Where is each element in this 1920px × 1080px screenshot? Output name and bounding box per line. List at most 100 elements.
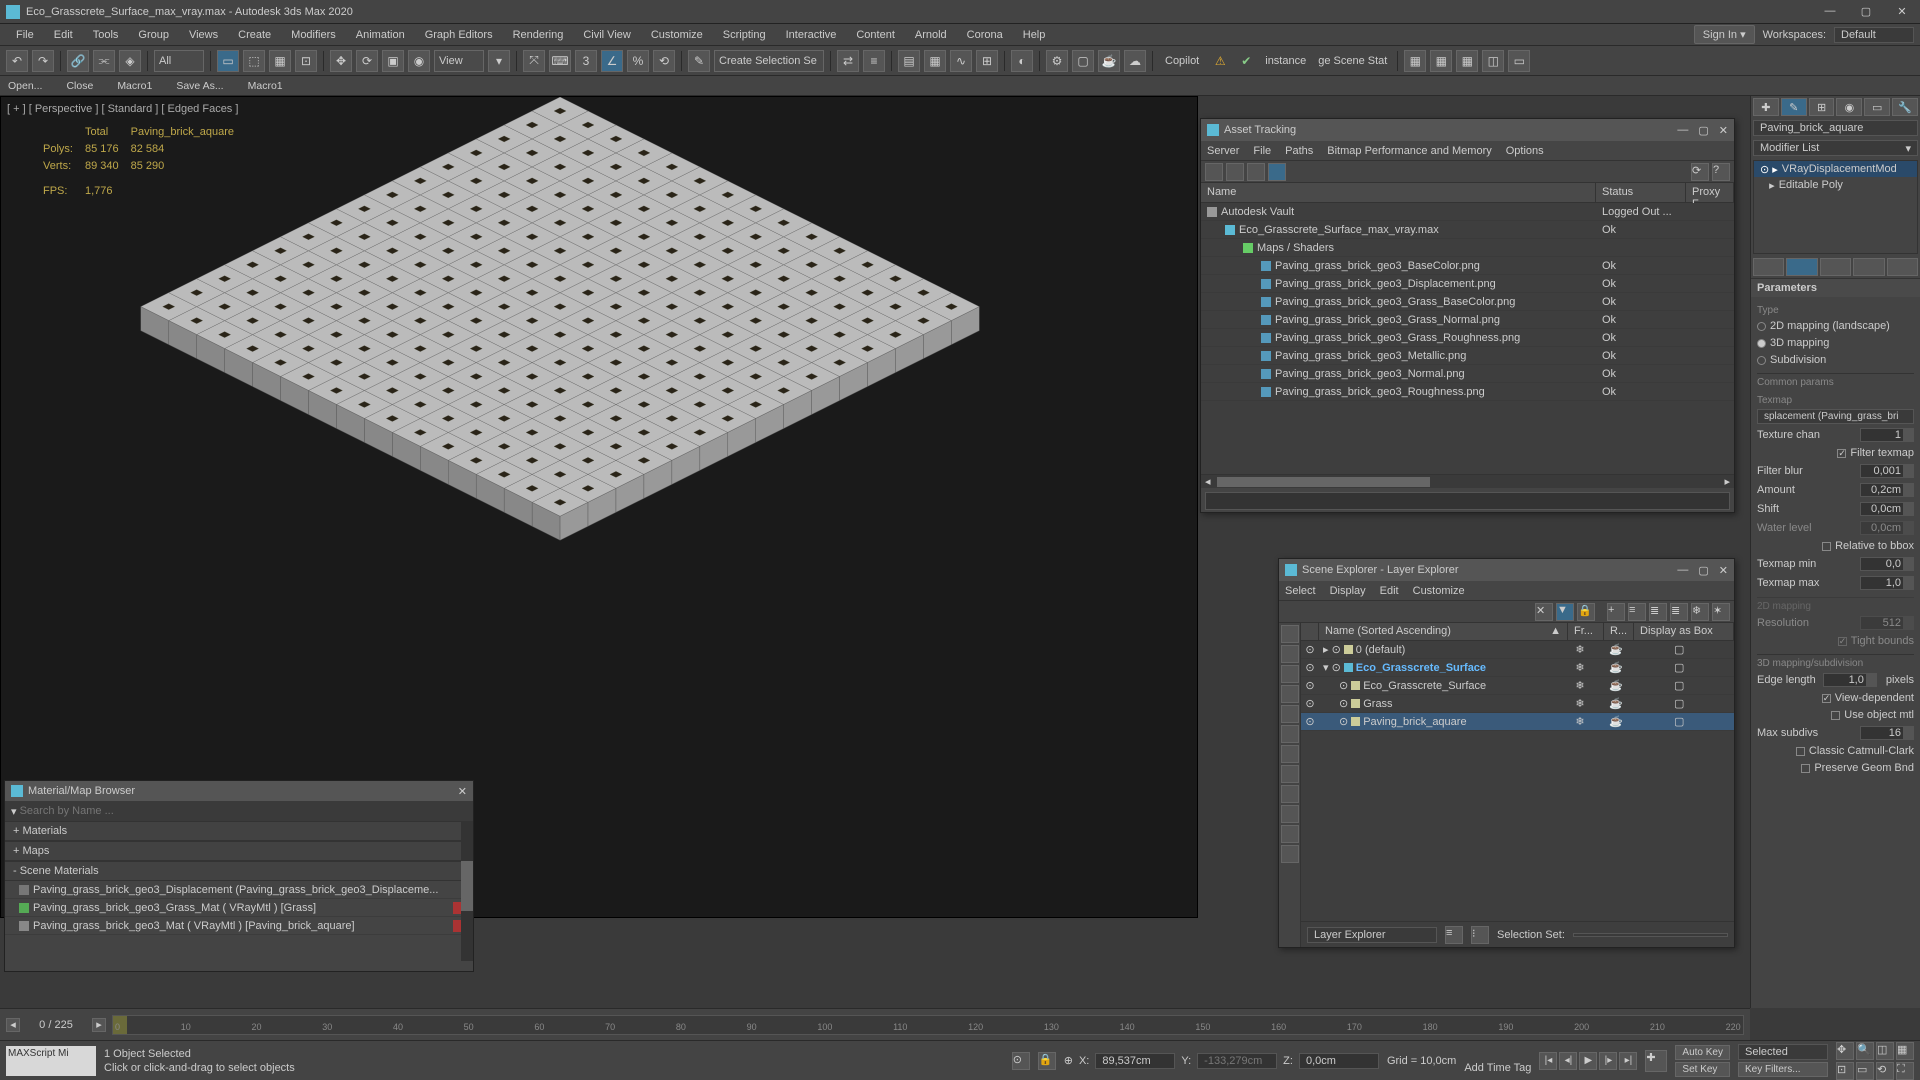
displaybox-icon[interactable]: ▢ [1634,698,1684,710]
menu-views[interactable]: Views [179,24,228,46]
render-icon[interactable]: ☕ [1609,661,1623,674]
scene-tool-add[interactable]: ≡ [1628,603,1646,621]
scene-filter-10[interactable] [1281,825,1299,843]
isolate-toggle[interactable]: ⊙ [1012,1052,1030,1070]
display-tab[interactable]: ▭ [1864,98,1890,116]
water-level-spinner[interactable]: 0,0cm [1860,521,1914,535]
select-region-button[interactable]: ⬚ [243,50,265,72]
scene-tool-extra[interactable]: ✶ [1712,603,1730,621]
menu-group[interactable]: Group [128,24,179,46]
amount-spinner[interactable]: 0,2cm [1860,483,1914,497]
col-proxy[interactable]: Proxy F [1686,183,1734,202]
layer-row[interactable]: ⊙⊙ Paving_brick_aquare❄☕▢ [1301,713,1734,731]
add-time-tag[interactable]: Add Time Tag [1464,1062,1531,1074]
minimize-button[interactable]: — [1818,5,1842,18]
menu-animation[interactable]: Animation [346,24,415,46]
scene-tool-filter[interactable]: ▼ [1556,603,1574,621]
texture-channel-spinner[interactable]: 1 [1860,428,1914,442]
use-object-mtl-checkbox[interactable]: Use object mtl [1757,708,1914,722]
scene-filter-1[interactable] [1281,645,1299,663]
extra-tool-1[interactable]: ▦ [1404,50,1426,72]
menu-content[interactable]: Content [846,24,905,46]
asset-row[interactable]: Autodesk VaultLogged Out ... [1201,203,1734,221]
freeze-icon[interactable]: ❄ [1575,715,1584,728]
lock-toggle[interactable]: 🔒 [1038,1052,1056,1070]
scene-menu-item[interactable]: Customize [1413,585,1465,597]
play-button[interactable]: ▶ [1579,1052,1597,1070]
timeline[interactable]: ◂ 0 / 225 ▸ 0102030405060708090100110120… [0,1008,1750,1040]
layer-explorer-button[interactable]: ▦ [924,50,946,72]
menu-corona[interactable]: Corona [957,24,1013,46]
col-display-box[interactable]: Display as Box [1634,623,1734,640]
dropdown-icon[interactable]: ▾ [11,805,17,818]
nav-zoom-button[interactable]: 🔍 [1856,1042,1874,1060]
visibility-icon[interactable]: ⊙ [1301,643,1319,656]
curve-editor-button[interactable]: ∿ [950,50,972,72]
material-search-input[interactable] [20,805,467,817]
catmull-clark-checkbox[interactable]: Classic Catmull-Clark [1757,744,1914,758]
quick-close[interactable]: Close [66,80,93,92]
menu-file[interactable]: File [6,24,44,46]
select-paint-button[interactable]: ⊡ [295,50,317,72]
close-button[interactable]: ✕ [1719,124,1728,137]
col-name[interactable]: Name [1201,183,1596,202]
nav-maximize-button[interactable]: ⛶ [1896,1062,1914,1080]
stack-item[interactable]: ▸ Editable Poly [1754,177,1917,193]
preserve-geom-checkbox[interactable]: Preserve Geom Bnd [1757,761,1914,775]
timeline-track[interactable]: 0102030405060708090100110120130140150160… [112,1015,1744,1035]
material-item[interactable]: Paving_grass_brick_geo3_Displacement (Pa… [5,881,473,899]
render-icon[interactable]: ☕ [1609,715,1623,728]
extra-tool-2[interactable]: ▦ [1430,50,1452,72]
align-button[interactable]: ≡ [863,50,885,72]
extra-tool-3[interactable]: ▦ [1456,50,1478,72]
extra-tool-4[interactable]: ◫ [1482,50,1504,72]
x-coord[interactable]: 89,537cm [1095,1053,1175,1069]
coord-mode-icon[interactable]: ⊕ [1064,1054,1073,1067]
scene-filter-6[interactable] [1281,745,1299,763]
spinner-snap-button[interactable]: ⟲ [653,50,675,72]
prev-frame-button[interactable]: ◂| [1559,1052,1577,1070]
visibility-icon[interactable]: ⊙ [1301,679,1319,692]
freeze-icon[interactable]: ❄ [1575,697,1584,710]
render-framebuffer-button[interactable]: ▢ [1072,50,1094,72]
visibility-icon[interactable]: ⊙ [1301,697,1319,710]
signin-button[interactable]: Sign In ▾ [1694,25,1755,44]
col-status[interactable]: Status [1596,183,1686,202]
scene-filter-2[interactable] [1281,665,1299,683]
undo-button[interactable]: ↶ [6,50,28,72]
timeline-next[interactable]: ▸ [92,1018,106,1032]
texmap-button[interactable]: splacement (Paving_grass_bri [1757,409,1914,424]
explorer-mode-dropdown[interactable]: Layer Explorer [1307,927,1437,943]
nav-orbit-button[interactable]: ⟲ [1876,1062,1894,1080]
menu-scripting[interactable]: Scripting [713,24,776,46]
minimize-button[interactable]: — [1677,124,1688,137]
quick-open[interactable]: Open... [8,80,42,92]
key-mode-button[interactable]: ✚ [1645,1050,1667,1072]
keyboard-shortcut-button[interactable]: ⌨ [549,50,571,72]
close-button[interactable]: ✕ [1719,564,1728,577]
angle-snap-button[interactable]: ∠ [601,50,623,72]
layer-row[interactable]: ⊙▸ ⊙ 0 (default)❄☕▢ [1301,641,1734,659]
move-button[interactable]: ✥ [330,50,352,72]
set-key-button[interactable]: Set Key [1675,1062,1730,1077]
col-render[interactable]: R... [1604,623,1634,640]
configure-sets-button[interactable] [1887,258,1918,276]
asset-menu-item[interactable]: Paths [1285,145,1313,157]
asset-menu-item[interactable]: File [1253,145,1271,157]
max-subdivs-spinner[interactable]: 16 [1860,726,1914,740]
nav-pan-button[interactable]: ✥ [1836,1042,1854,1060]
relative-bbox-checkbox[interactable]: Relative to bbox [1757,539,1914,553]
scene-tool-lock[interactable]: 🔒 [1577,603,1595,621]
asset-tool-3[interactable] [1247,163,1265,181]
quick-macro1[interactable]: Macro1 [248,80,283,92]
quick-saveas[interactable]: Save As... [176,80,223,92]
hierarchy-tab[interactable]: ⊞ [1809,98,1835,116]
menu-modifiers[interactable]: Modifiers [281,24,346,46]
asset-row[interactable]: Paving_grass_brick_geo3_Grass_Roughness.… [1201,329,1734,347]
goto-start-button[interactable]: |◂ [1539,1052,1557,1070]
refcoord-dropdown[interactable]: View [434,50,484,72]
close-button[interactable]: ✕ [458,785,467,798]
material-scrollbar[interactable] [461,821,473,961]
next-frame-button[interactable]: |▸ [1599,1052,1617,1070]
window-crossing-button[interactable]: ▦ [269,50,291,72]
